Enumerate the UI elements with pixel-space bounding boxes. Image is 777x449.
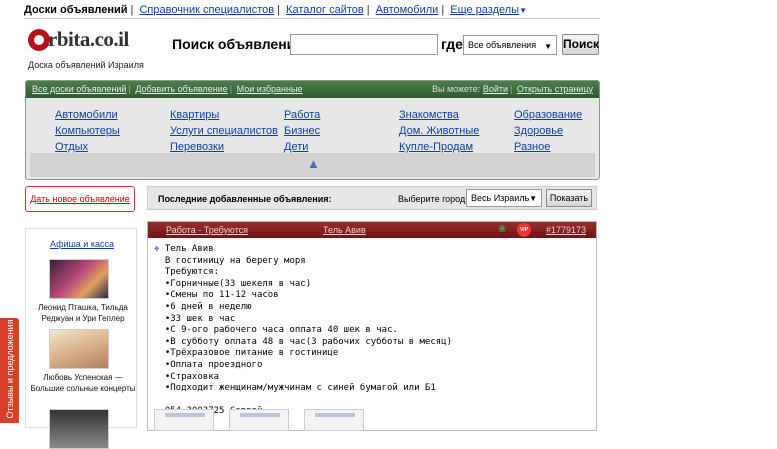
- ad-id-link[interactable]: #1779173: [546, 225, 586, 235]
- ad-city-link[interactable]: Тель Авив: [323, 225, 366, 235]
- ad-line: •С 9-ого рабочего часа оплата 40 шек в ч…: [164, 325, 398, 336]
- leaf-icon[interactable]: ❀: [498, 224, 506, 235]
- afisha-heading[interactable]: Афиша и касса: [26, 239, 138, 249]
- ad-line: •Смены по 11-12 часов: [164, 290, 279, 301]
- category-services[interactable]: Услуги специалистов: [170, 125, 278, 137]
- where-select-value: Все объявления: [468, 40, 537, 50]
- topnav-boards[interactable]: Доски объявлений: [24, 4, 128, 16]
- event-image[interactable]: [49, 329, 109, 369]
- topnav-cars[interactable]: Автомобили: [376, 4, 439, 16]
- afisha-sidebar: Афиша и касса Леонид Пташка, Тильда Редж…: [25, 228, 138, 449]
- feedback-label: Отзывы и предложения: [5, 319, 15, 419]
- ad-line: •Подходит женщинам/мужчинам с синей бума…: [164, 383, 436, 394]
- chevron-down-icon[interactable]: ▼: [519, 6, 527, 15]
- latest-ads-bar: Последние добавленные объявления: Выбери…: [147, 186, 597, 210]
- ad-line: •Страховка: [164, 371, 220, 382]
- category-work[interactable]: Работа: [284, 109, 320, 121]
- bullet-icon: ❖: [154, 244, 165, 254]
- ad-line: В гостиницу на берегу моря: [164, 255, 306, 266]
- new-ad-box: Дать новое объявление: [25, 186, 135, 212]
- all-boards-link[interactable]: Все доски объявлений: [32, 84, 126, 94]
- category-business[interactable]: Бизнес: [284, 125, 320, 137]
- categories-panel: Все доски объявлений | Добавить объявлени…: [25, 80, 600, 180]
- site-logo[interactable]: rbita.co.il: [28, 25, 138, 59]
- category-leisure[interactable]: Отдых: [55, 141, 88, 153]
- category-toolbar: Все доски объявлений | Добавить объявлени…: [26, 81, 599, 98]
- category-transport[interactable]: Перевозки: [170, 141, 224, 153]
- ad-card: Работа - Требуются Тель Авив ❀ VIP #1779…: [147, 221, 597, 431]
- where-label: где: [441, 36, 463, 52]
- category-dating[interactable]: Знакомства: [399, 109, 459, 121]
- category-education[interactable]: Образование: [514, 109, 582, 121]
- city-select[interactable]: Весь Израиль ▼: [466, 189, 542, 207]
- category-health[interactable]: Здоровье: [514, 125, 563, 137]
- login-link[interactable]: Войти: [483, 84, 508, 94]
- top-navigation: Доски объявлений | Справочник специалисто…: [24, 4, 528, 16]
- you-can-label: Вы можете:: [431, 84, 481, 94]
- category-misc[interactable]: Разное: [514, 141, 550, 153]
- open-page-link[interactable]: Открыть страницу: [517, 84, 593, 94]
- topnav-more-sections[interactable]: Еще разделы: [450, 4, 519, 16]
- city-select-value: Весь Израиль: [471, 193, 530, 203]
- my-favorites-link[interactable]: Мои избранные: [237, 84, 303, 94]
- event-image[interactable]: [49, 409, 109, 449]
- ad-header: Работа - Требуются Тель Авив ❀ VIP #1779…: [148, 222, 596, 238]
- ad-line: Требуются:: [164, 267, 220, 278]
- event-caption[interactable]: Любовь Успенская — Большие сольные конце…: [30, 372, 136, 394]
- divider: [24, 18, 600, 19]
- collapse-up-icon[interactable]: ▲: [307, 156, 321, 171]
- ad-line: Тель Авив: [164, 244, 214, 254]
- ad-line: •Трёхразовое питание в гостинице: [164, 348, 339, 359]
- topnav-specialists[interactable]: Справочник специалистов: [139, 4, 274, 16]
- ad-text: ❖ Тель Авив В гостиницу на берегу моря Т…: [154, 244, 594, 418]
- ad-thumbnail[interactable]: [304, 409, 364, 431]
- ad-line: •Горничные(33 шекеля в час): [164, 278, 312, 289]
- ad-line: •33 шек в час: [164, 313, 236, 324]
- feedback-tab[interactable]: Отзывы и предложения: [0, 318, 19, 423]
- site-tagline: Доска объявлений Израиля: [28, 60, 144, 70]
- search-input[interactable]: [290, 34, 438, 55]
- ad-thumbnail[interactable]: [154, 409, 214, 431]
- city-label: Выберите город:: [398, 194, 468, 204]
- ad-category-link[interactable]: Работа - Требуются: [166, 225, 248, 235]
- category-kids[interactable]: Дети: [284, 141, 308, 153]
- latest-ads-title: Последние добавленные объявления:: [158, 194, 332, 204]
- logo-text: rbita.co.il: [48, 27, 129, 51]
- search-button[interactable]: Поиск: [562, 34, 599, 55]
- search-label: Поиск объявлений:: [172, 36, 309, 52]
- category-computers[interactable]: Компьютеры: [55, 125, 120, 137]
- event-image[interactable]: [49, 259, 109, 299]
- topnav-sites-catalog[interactable]: Каталог сайтов: [286, 4, 364, 16]
- ad-line: •6 дней в неделю: [164, 301, 252, 312]
- category-apartments[interactable]: Квартиры: [170, 109, 219, 121]
- ad-line: •В субботу оплата 48 в час(3 рабочих суб…: [164, 336, 453, 347]
- add-ad-link[interactable]: Добавить объявление: [135, 84, 227, 94]
- category-cars[interactable]: Автомобили: [55, 109, 118, 121]
- vip-badge: VIP: [517, 223, 531, 237]
- chevron-down-icon: ▼: [544, 42, 552, 51]
- category-buy-sell[interactable]: Купле-Продам: [399, 141, 473, 153]
- category-pets[interactable]: Дом. Животные: [399, 125, 479, 137]
- show-button[interactable]: Показать: [546, 189, 592, 207]
- ad-line: •Оплата проездного: [164, 359, 263, 370]
- ad-thumbnail[interactable]: [229, 409, 289, 431]
- where-select[interactable]: Все объявления ▼: [463, 35, 557, 55]
- new-ad-link[interactable]: Дать новое объявление: [30, 194, 130, 204]
- event-caption[interactable]: Леонид Пташка, Тильда Реджуан и Ури Гепл…: [30, 302, 136, 324]
- logo-o-icon: [28, 29, 50, 51]
- chevron-down-icon: ▼: [529, 194, 537, 203]
